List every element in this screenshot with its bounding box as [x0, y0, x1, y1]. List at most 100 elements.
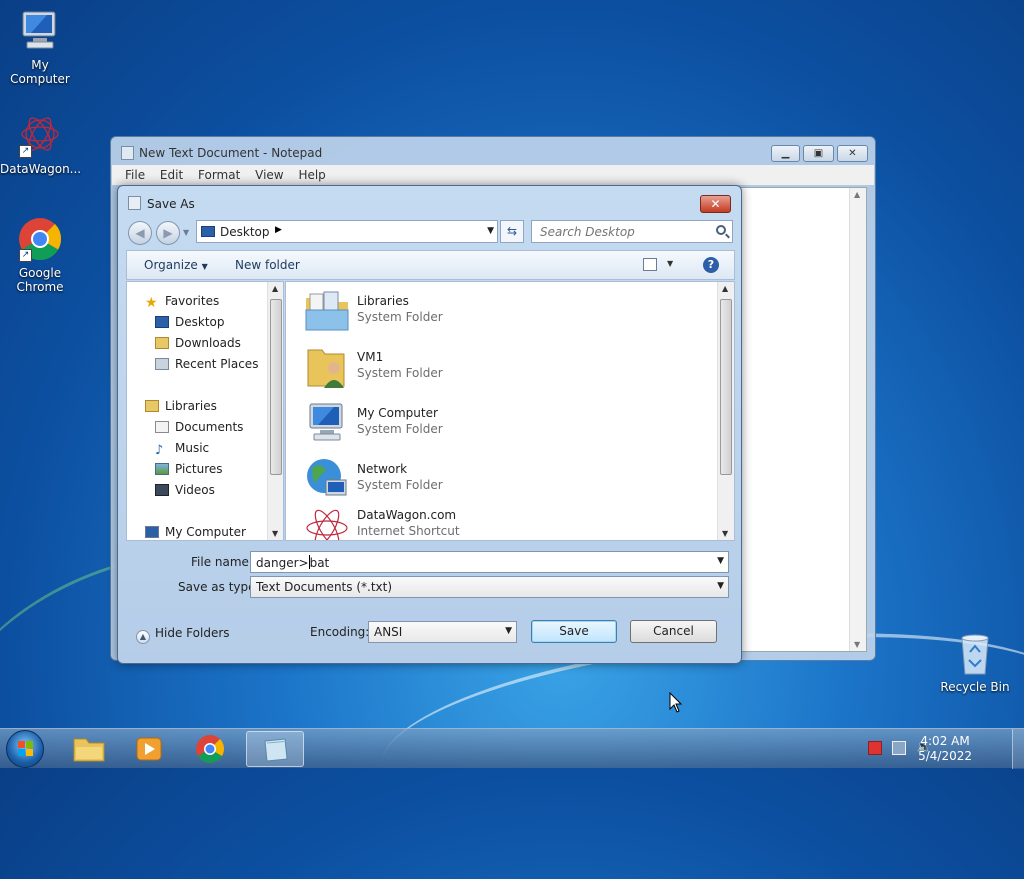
notepad-scrollbar[interactable]: ▲ ▼ [849, 188, 866, 651]
scroll-up-icon[interactable]: ▲ [854, 190, 860, 199]
address-location[interactable]: Desktop [220, 225, 270, 239]
nav-music[interactable]: ♪ Music [155, 441, 209, 459]
desktop-icon-recycle-bin[interactable]: Recycle Bin [935, 630, 1015, 694]
menu-help[interactable]: Help [293, 165, 331, 182]
forward-arrow-icon: ▶ [163, 226, 173, 240]
action-center-flag-icon[interactable] [868, 741, 882, 755]
hide-folders-label: Hide Folders [155, 626, 230, 640]
chevron-down-icon[interactable]: ▼ [717, 556, 724, 566]
recent-locations-chevron-icon[interactable]: ▼ [183, 228, 189, 237]
folder-icon [73, 738, 105, 762]
file-type: System Folder [357, 478, 443, 492]
taskbar-explorer[interactable] [60, 731, 118, 767]
menu-view[interactable]: View [250, 165, 289, 182]
notepad-title: New Text Document - Notepad [139, 146, 323, 160]
menu-format[interactable]: Format [193, 165, 246, 182]
close-button[interactable]: ✕ [837, 145, 868, 162]
file-item-network[interactable]: Network System Folder [286, 452, 716, 506]
file-item-datawagon[interactable]: DataWagon.com Internet Shortcut [286, 504, 716, 540]
chrome-icon [196, 735, 224, 763]
views-icon[interactable] [643, 258, 657, 271]
new-folder-button[interactable]: New folder [235, 258, 300, 272]
dialog-close-button[interactable]: ✕ [700, 195, 731, 213]
file-name-input[interactable]: danger>bat ▼ [250, 551, 729, 573]
file-name-value-end: bat [309, 556, 330, 570]
downloads-folder-icon [155, 337, 169, 349]
forward-button[interactable]: ▶ [156, 221, 180, 245]
maximize-icon: ▣ [813, 148, 824, 159]
nav-desktop[interactable]: Desktop [155, 315, 225, 333]
help-icon[interactable]: ? [703, 257, 719, 273]
network-icon[interactable] [892, 741, 906, 755]
address-bar[interactable]: Desktop ▶ ▼ [196, 220, 498, 243]
file-name: Libraries [357, 294, 409, 308]
chevron-down-icon[interactable]: ▼ [717, 581, 724, 591]
computer-icon [145, 526, 159, 538]
refresh-button[interactable]: ⇆ [500, 220, 524, 243]
search-icon[interactable] [716, 225, 726, 235]
taskbar-chrome[interactable] [181, 731, 239, 767]
network-globe-icon [307, 459, 347, 496]
nav-pictures[interactable]: Pictures [155, 462, 223, 480]
desktop-folder-icon [201, 226, 215, 237]
scroll-down-icon[interactable]: ▼ [722, 529, 728, 538]
taskbar: 🔈 4:02 AM 5/4/2022 [0, 728, 1024, 769]
desktop-icon-datawagon[interactable]: ↗ DataWagon... [0, 112, 81, 176]
chevron-down-icon: ▼ [201, 262, 208, 271]
navigation-scrollbar[interactable]: ▲ ▼ [267, 282, 283, 540]
computer-icon [309, 403, 343, 441]
file-type: System Folder [357, 310, 443, 324]
nav-recent-places[interactable]: Recent Places [155, 357, 258, 375]
organize-button[interactable]: Organize ▼ [144, 258, 208, 272]
file-item-libraries[interactable]: Libraries System Folder [286, 284, 716, 338]
my-computer-icon [17, 8, 63, 54]
chevron-down-icon[interactable]: ▼ [505, 626, 512, 636]
back-button[interactable]: ◀ [128, 221, 152, 245]
address-dropdown-icon[interactable]: ▼ [487, 226, 494, 236]
nav-favorites[interactable]: ★ Favorites [145, 294, 219, 312]
nav-label: Music [175, 441, 210, 455]
taskbar-media-player[interactable] [120, 731, 178, 767]
show-desktop-button[interactable] [1012, 729, 1024, 769]
clock[interactable]: 4:02 AM 5/4/2022 [918, 734, 972, 764]
search-input[interactable] [538, 222, 708, 241]
scroll-down-icon[interactable]: ▼ [854, 640, 860, 649]
nav-my-computer[interactable]: My Computer [145, 525, 246, 540]
breadcrumb-arrow-icon[interactable]: ▶ [275, 225, 282, 235]
file-type: Internet Shortcut [357, 524, 460, 538]
nav-libraries[interactable]: Libraries [145, 399, 217, 417]
nav-videos[interactable]: Videos [155, 483, 215, 501]
nav-label: Libraries [165, 399, 217, 413]
nav-documents[interactable]: Documents [155, 420, 243, 438]
nav-downloads[interactable]: Downloads [155, 336, 241, 354]
desktop-icon-my-computer[interactable]: My Computer [0, 8, 80, 86]
save-button[interactable]: Save [531, 620, 617, 643]
search-box[interactable] [531, 220, 733, 243]
star-icon: ★ [145, 295, 158, 311]
taskbar-notepad[interactable] [246, 731, 304, 767]
scroll-thumb[interactable] [720, 299, 732, 475]
maximize-button[interactable]: ▣ [803, 145, 834, 162]
minimize-button[interactable]: ▁ [771, 145, 800, 162]
views-dropdown-icon[interactable]: ▼ [667, 259, 673, 268]
save-as-type-select[interactable]: Text Documents (*.txt) ▼ [250, 576, 729, 598]
scroll-up-icon[interactable]: ▲ [272, 284, 278, 293]
start-button[interactable] [6, 730, 44, 768]
file-name: My Computer [357, 406, 438, 420]
desktop-icon-google-chrome[interactable]: ↗ Google Chrome [0, 216, 80, 294]
file-name: DataWagon.com [357, 508, 457, 522]
scroll-up-icon[interactable]: ▲ [722, 284, 728, 293]
scroll-thumb[interactable] [270, 299, 282, 475]
file-item-vm1[interactable]: VM1 System Folder [286, 340, 716, 394]
menu-file[interactable]: File [112, 165, 151, 182]
encoding-select[interactable]: ANSI ▼ [368, 621, 517, 643]
videos-icon [155, 484, 169, 496]
file-item-my-computer[interactable]: My Computer System Folder [286, 396, 716, 450]
file-name: VM1 [357, 350, 384, 364]
hide-folders-button[interactable]: ▲ Hide Folders [136, 626, 230, 644]
mouse-cursor-icon [669, 692, 683, 713]
menu-edit[interactable]: Edit [155, 165, 189, 182]
cancel-button[interactable]: Cancel [630, 620, 717, 643]
scroll-down-icon[interactable]: ▼ [272, 529, 278, 538]
file-list-scrollbar[interactable]: ▲ ▼ [717, 282, 734, 540]
